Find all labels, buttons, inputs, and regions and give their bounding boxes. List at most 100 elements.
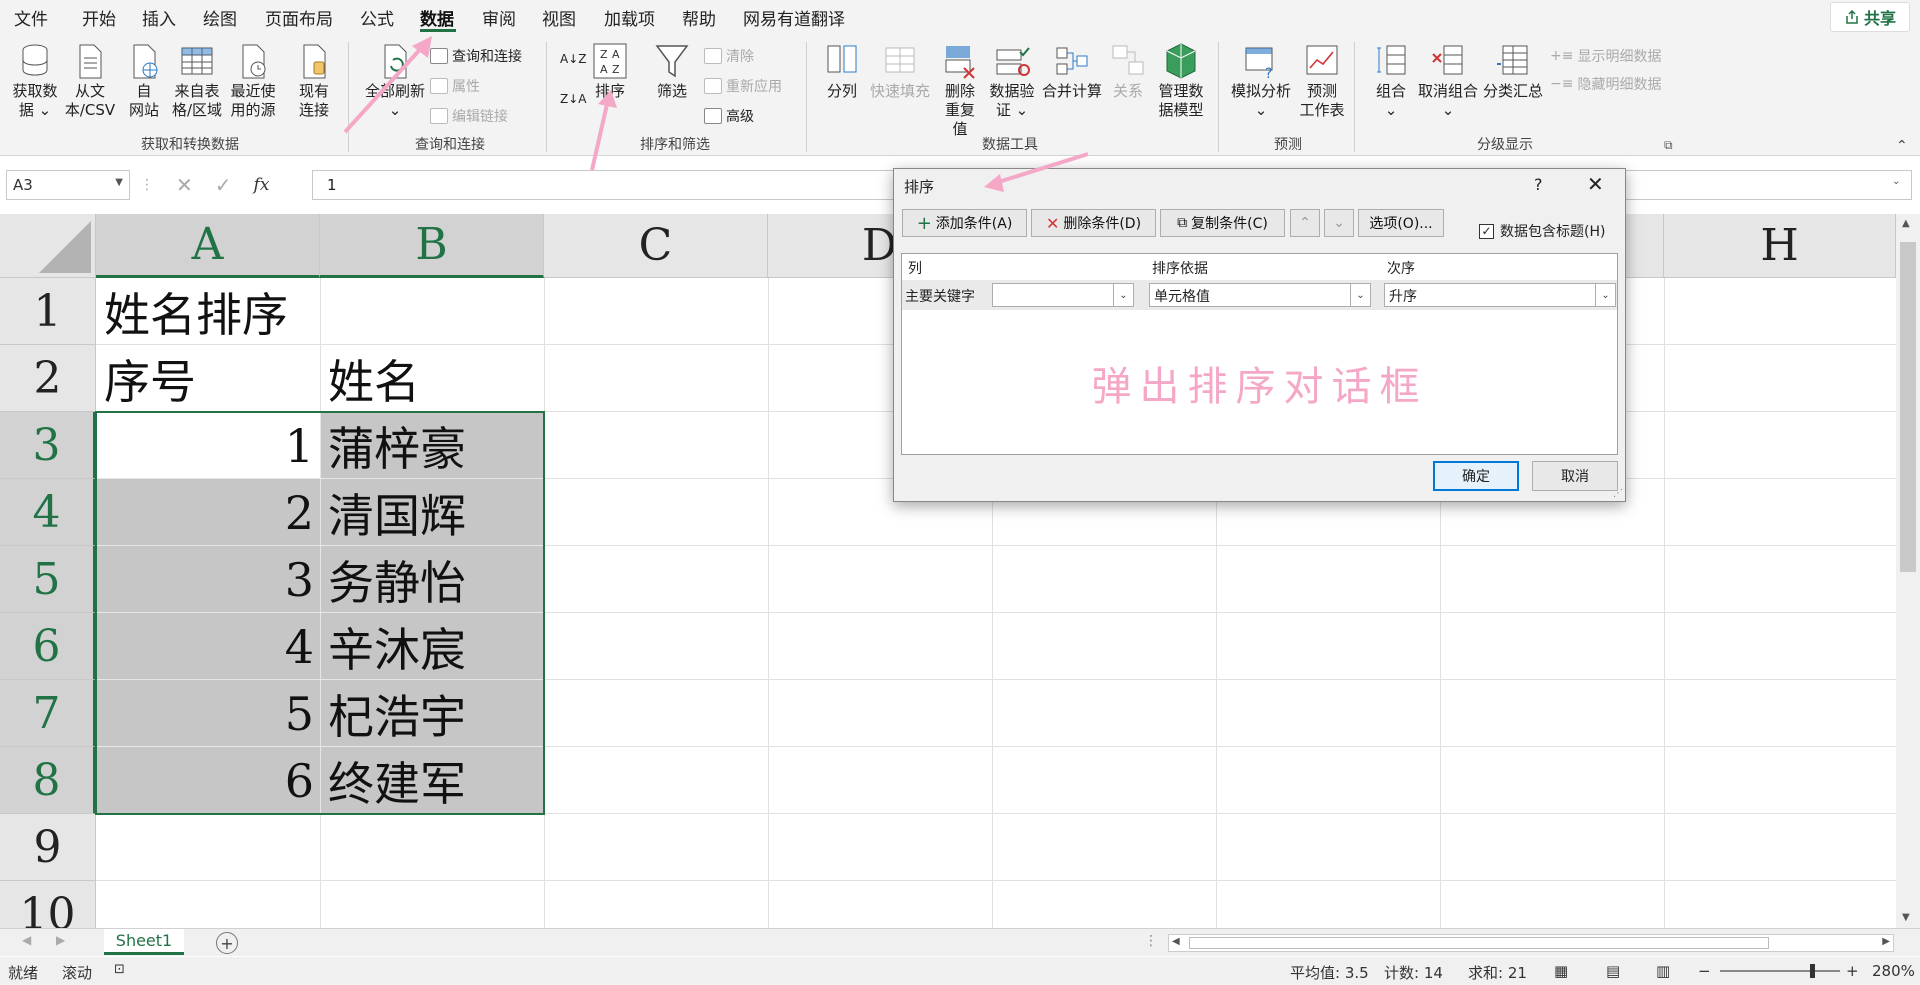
scroll-up-icon[interactable]: ▲ — [1902, 218, 1910, 229]
data-validation-button[interactable]: 数据验证 ⌄ — [986, 42, 1038, 120]
sort-level-row[interactable]: 主要关键字 ⌄ 单元格值 ⌄ 升序 ⌄ — [902, 280, 1617, 310]
page-break-view-icon[interactable]: ▥ — [1656, 962, 1670, 980]
sort-desc-button[interactable]: Z↓A — [560, 92, 586, 106]
dialog-launcher-icon[interactable]: ⧉ — [1664, 138, 1673, 153]
menu-page-layout[interactable]: 页面布局 — [265, 5, 333, 30]
page-layout-view-icon[interactable]: ▤ — [1606, 962, 1620, 980]
ungroup-button[interactable]: 取消组合 ⌄ — [1416, 42, 1480, 120]
sort-by-select[interactable]: ⌄ — [992, 283, 1134, 307]
menu-insert[interactable]: 插入 — [142, 5, 176, 30]
vertical-scroll-thumb[interactable] — [1900, 242, 1916, 572]
cancel-icon[interactable]: ✕ — [176, 173, 193, 197]
expand-formula-icon[interactable]: ⌄ — [1892, 176, 1900, 187]
from-web-button[interactable]: 自网站 — [122, 42, 166, 120]
normal-view-icon[interactable]: ▦ — [1554, 962, 1568, 980]
scroll-down-icon[interactable]: ▼ — [1902, 912, 1910, 923]
show-detail-button[interactable]: +≡ 显示明细数据 — [1550, 46, 1661, 66]
row-header-5[interactable]: 5 — [0, 546, 96, 613]
forecast-sheet-button[interactable]: 预测 工作表 — [1296, 42, 1348, 120]
advanced-filter-button[interactable]: 高级 — [704, 106, 754, 126]
refresh-all-button[interactable]: 全部刷新 ⌄ — [360, 42, 430, 120]
clear-filter-button[interactable]: 清除 — [704, 46, 754, 66]
scroll-right-icon[interactable]: ▶ — [1882, 936, 1890, 947]
properties-button[interactable]: 属性 — [430, 76, 480, 96]
tab-splitter-icon[interactable]: ⋮ — [1144, 933, 1158, 949]
cancel-button[interactable]: 取消 — [1532, 461, 1618, 491]
move-up-button[interactable]: ⌃ — [1290, 209, 1320, 237]
relationships-button[interactable]: 关系 — [1108, 42, 1148, 101]
recent-sources-button[interactable]: 最近使 用的源 — [226, 42, 280, 120]
ok-button[interactable]: 确定 — [1433, 461, 1519, 491]
name-box[interactable]: A3 ▼ — [6, 170, 130, 200]
row-header-2[interactable]: 2 — [0, 345, 96, 412]
text-to-columns-button[interactable]: 分列 — [820, 42, 864, 101]
row-header-3[interactable]: 3 — [0, 412, 96, 479]
sort-on-select[interactable]: 单元格值 ⌄ — [1149, 283, 1371, 307]
subtotal-button[interactable]: 分类汇总 — [1482, 42, 1544, 101]
existing-connections-button[interactable]: 现有 连接 — [290, 42, 338, 120]
sort-asc-button[interactable]: A↓Z — [560, 52, 586, 66]
menu-review[interactable]: 审阅 — [482, 5, 516, 30]
filter-button[interactable]: 筛选 — [652, 42, 692, 101]
zoom-in-button[interactable]: + — [1846, 962, 1859, 980]
order-select[interactable]: 升序 ⌄ — [1384, 283, 1616, 307]
row-header-4[interactable]: 4 — [0, 479, 96, 546]
share-button[interactable]: 共享 — [1830, 2, 1910, 32]
add-level-button[interactable]: + 添加条件(A) — [902, 209, 1027, 237]
menu-youdao[interactable]: 网易有道翻译 — [743, 5, 845, 30]
collapse-ribbon-icon[interactable]: ⌃ — [1896, 138, 1908, 154]
cell-a2[interactable]: 序号 — [96, 345, 196, 412]
cell-a1[interactable]: 姓名排序 — [96, 278, 288, 345]
select-all-corner[interactable] — [0, 214, 96, 278]
queries-connections-button[interactable]: 查询和连接 — [430, 46, 522, 66]
add-sheet-button[interactable]: + — [216, 932, 238, 954]
menu-view[interactable]: 视图 — [542, 5, 576, 30]
column-header-h[interactable]: H — [1664, 214, 1896, 278]
help-button[interactable]: ? — [1534, 175, 1543, 194]
cell-b2[interactable]: 姓名 — [320, 345, 420, 412]
copy-level-button[interactable]: ⧉ 复制条件(C) — [1160, 209, 1285, 237]
enter-icon[interactable]: ✓ — [215, 173, 232, 197]
edit-links-button[interactable]: 编辑链接 — [430, 106, 508, 126]
menu-help[interactable]: 帮助 — [682, 5, 716, 30]
zoom-out-button[interactable]: − — [1698, 962, 1711, 980]
move-down-button[interactable]: ⌄ — [1324, 209, 1354, 237]
consolidate-button[interactable]: 合并计算 — [1040, 42, 1104, 101]
group-button[interactable]: 组合 ⌄ — [1366, 42, 1416, 120]
sheet-tab-sheet1[interactable]: Sheet1 — [104, 929, 184, 955]
column-header-c[interactable]: C — [544, 214, 768, 278]
column-header-b[interactable]: B — [320, 214, 544, 278]
delete-level-button[interactable]: ✕ 删除条件(D) — [1031, 209, 1156, 237]
horizontal-scrollbar[interactable]: ◀ ▶ — [1168, 934, 1894, 952]
horizontal-scroll-thumb[interactable] — [1189, 937, 1769, 949]
hide-detail-button[interactable]: −≡ 隐藏明细数据 — [1550, 74, 1661, 94]
zoom-level[interactable]: 280% — [1872, 962, 1915, 980]
reapply-button[interactable]: 重新应用 — [704, 76, 782, 96]
menu-addins[interactable]: 加载项 — [604, 5, 655, 30]
resize-grip-icon[interactable]: ⋰ — [1613, 488, 1623, 499]
menu-file[interactable]: 文件 — [14, 5, 48, 30]
sort-button[interactable]: ZAAZ 排序 — [590, 42, 630, 101]
remove-duplicates-button[interactable]: 删除 重复值 — [938, 42, 982, 139]
what-if-analysis-button[interactable]: ? 模拟分析 ⌄ — [1228, 42, 1294, 120]
from-table-button[interactable]: 来自表 格/区域 — [170, 42, 224, 120]
manage-data-model-button[interactable]: 管理数 据模型 — [1152, 42, 1210, 120]
from-csv-button[interactable]: 从文 本/CSV — [62, 42, 118, 120]
scroll-left-icon[interactable]: ◀ — [1172, 936, 1180, 947]
zoom-slider-handle[interactable] — [1810, 964, 1815, 978]
zoom-slider[interactable] — [1720, 970, 1840, 972]
row-header-8[interactable]: 8 — [0, 747, 96, 814]
flash-fill-button[interactable]: 快速填充 — [866, 42, 934, 101]
column-header-a[interactable]: A — [96, 214, 320, 278]
prev-sheet-icon[interactable]: ◀ — [22, 933, 31, 947]
get-data-button[interactable]: 获取数据 ⌄ — [10, 42, 60, 120]
next-sheet-icon[interactable]: ▶ — [56, 933, 65, 947]
row-header-9[interactable]: 9 — [0, 814, 96, 881]
menu-formulas[interactable]: 公式 — [360, 5, 394, 30]
options-button[interactable]: 选项(O)... — [1358, 209, 1444, 237]
menu-draw[interactable]: 绘图 — [203, 5, 237, 30]
row-header-6[interactable]: 6 — [0, 613, 96, 680]
menu-data[interactable]: 数据 — [420, 5, 454, 30]
has-headers-checkbox[interactable]: ✓ 数据包含标题(H) — [1479, 221, 1605, 241]
close-button[interactable]: ✕ — [1587, 172, 1604, 196]
